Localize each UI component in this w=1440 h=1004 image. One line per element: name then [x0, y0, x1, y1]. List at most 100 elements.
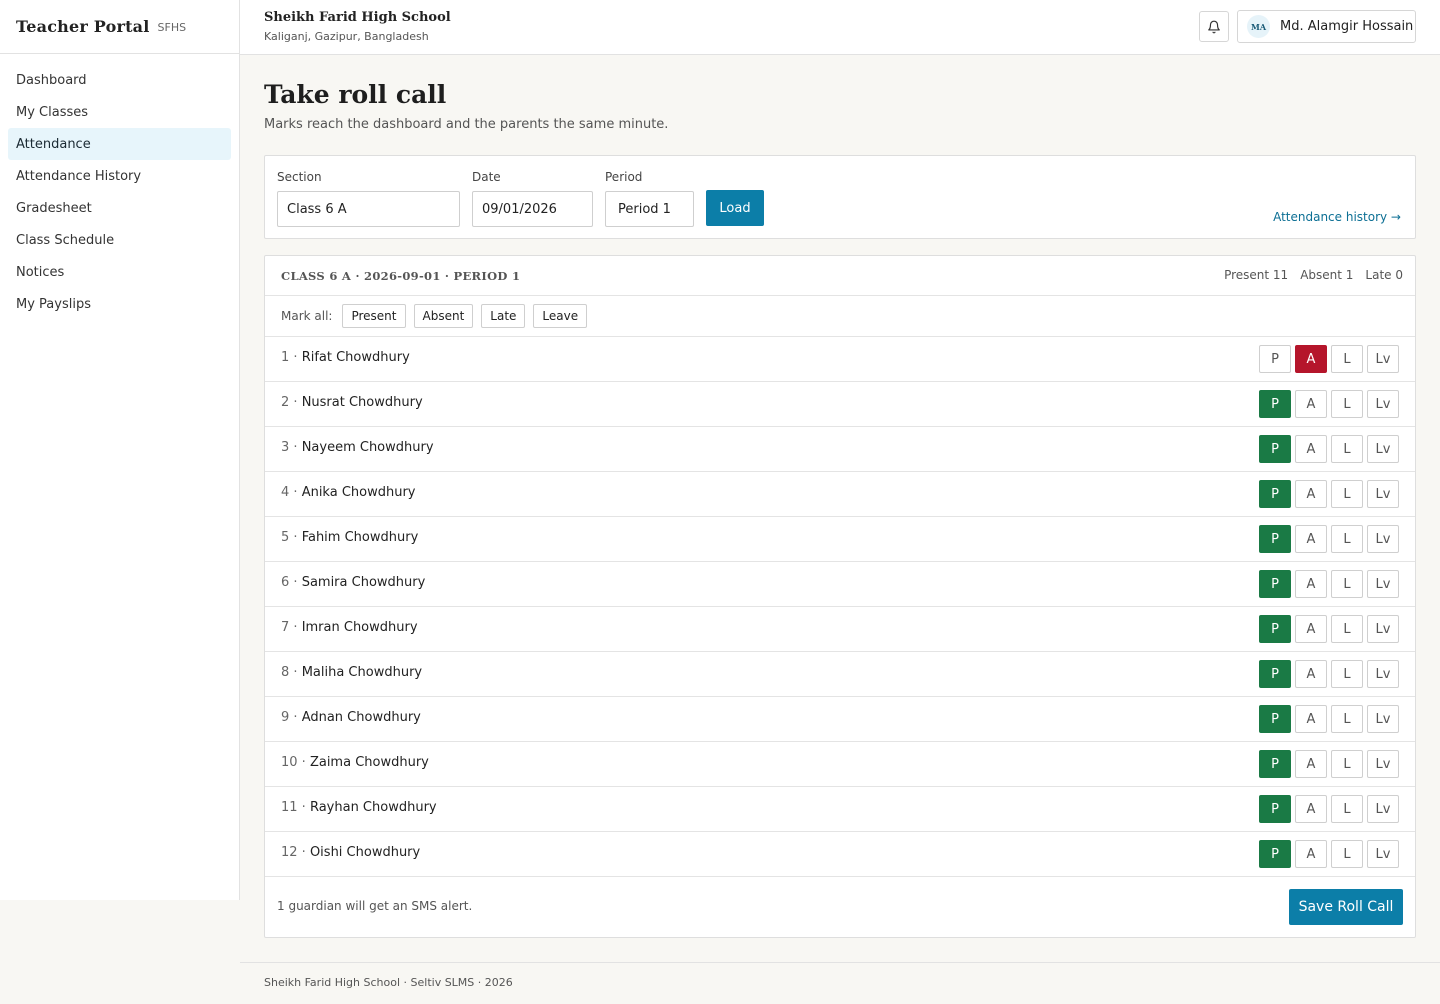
- roll-number: 4 ·: [281, 485, 298, 500]
- status-l-button[interactable]: L: [1331, 795, 1363, 823]
- status-l-button[interactable]: L: [1331, 750, 1363, 778]
- mark-all-absent-button[interactable]: Absent: [413, 304, 474, 328]
- user-menu-button[interactable]: MA Md. Alamgir Hossain: [1237, 10, 1416, 43]
- status-p-button[interactable]: P: [1259, 570, 1291, 598]
- status-p-button[interactable]: P: [1259, 390, 1291, 418]
- student-row: 12 · Oishi Chowdhury P A L Lv: [265, 832, 1415, 877]
- sidebar-nav: Dashboard My Classes Attendance Attendance …: [0, 54, 239, 330]
- status-p-button[interactable]: P: [1259, 795, 1291, 823]
- sidebar-item-attendance[interactable]: Attendance: [8, 128, 231, 160]
- status-a-button[interactable]: A: [1295, 705, 1327, 733]
- roll-number: 8 ·: [281, 665, 298, 680]
- student-row: 9 · Adnan Chowdhury P A L Lv: [265, 697, 1415, 742]
- student-name: 9 · Adnan Chowdhury: [281, 710, 421, 725]
- status-l-button[interactable]: L: [1331, 390, 1363, 418]
- status-l-button[interactable]: L: [1331, 570, 1363, 598]
- footer: Sheikh Farid High School · Seltiv SLMS ·…: [240, 962, 1440, 1004]
- student-row: 1 · Rifat Chowdhury P A L Lv: [265, 337, 1415, 382]
- status-lv-button[interactable]: Lv: [1367, 615, 1399, 643]
- status-l-button[interactable]: L: [1331, 840, 1363, 868]
- status-p-button[interactable]: P: [1259, 480, 1291, 508]
- status-lv-button[interactable]: Lv: [1367, 390, 1399, 418]
- status-lv-button[interactable]: Lv: [1367, 840, 1399, 868]
- student-name-text: Imran Chowdhury: [301, 620, 418, 635]
- status-lv-button[interactable]: Lv: [1367, 795, 1399, 823]
- sidebar-item-dashboard[interactable]: Dashboard: [8, 64, 231, 96]
- status-lv-button[interactable]: Lv: [1367, 660, 1399, 688]
- date-input[interactable]: 09/01/2026: [472, 191, 593, 227]
- status-a-button[interactable]: A: [1295, 480, 1327, 508]
- status-l-button[interactable]: L: [1331, 705, 1363, 733]
- school-name: Sheikh Farid High School: [264, 10, 451, 25]
- status-a-button[interactable]: A: [1295, 615, 1327, 643]
- mark-all-label: Mark all:: [281, 309, 333, 323]
- period-label: Period: [605, 170, 643, 184]
- status-l-button[interactable]: L: [1331, 525, 1363, 553]
- sidebar-item-gradesheet[interactable]: Gradesheet: [8, 192, 231, 224]
- sidebar-item-attendance-history[interactable]: Attendance History: [8, 160, 231, 192]
- student-name-text: Anika Chowdhury: [301, 485, 416, 500]
- late-count: Late 0: [1365, 268, 1403, 282]
- status-a-button[interactable]: A: [1295, 435, 1327, 463]
- status-l-button[interactable]: L: [1331, 615, 1363, 643]
- status-lv-button[interactable]: Lv: [1367, 435, 1399, 463]
- status-a-button[interactable]: A: [1295, 660, 1327, 688]
- status-a-button[interactable]: A: [1295, 795, 1327, 823]
- roll-header: CLASS 6 A · 2026-09-01 · PERIOD 1 Presen…: [265, 256, 1415, 296]
- status-p-button[interactable]: P: [1259, 660, 1291, 688]
- sidebar-item-my-payslips[interactable]: My Payslips: [8, 288, 231, 320]
- filter-card: Section Class 6 A Date 09/01/2026 Period…: [264, 155, 1416, 239]
- mark-all-present-button[interactable]: Present: [342, 304, 406, 328]
- attendance-history-link[interactable]: Attendance history →: [1273, 210, 1401, 224]
- student-row: 8 · Maliha Chowdhury P A L Lv: [265, 652, 1415, 697]
- status-l-button[interactable]: L: [1331, 345, 1363, 373]
- status-a-button[interactable]: A: [1295, 570, 1327, 598]
- topbar: Sheikh Farid High School Kaliganj, Gazip…: [240, 0, 1440, 55]
- student-row: 3 · Nayeem Chowdhury P A L Lv: [265, 427, 1415, 472]
- status-lv-button[interactable]: Lv: [1367, 570, 1399, 598]
- student-name-text: Nusrat Chowdhury: [301, 395, 423, 410]
- status-l-button[interactable]: L: [1331, 435, 1363, 463]
- bell-icon: [1208, 20, 1220, 33]
- status-lv-button[interactable]: Lv: [1367, 750, 1399, 778]
- student-name: 11 · Rayhan Chowdhury: [281, 800, 437, 815]
- status-a-button[interactable]: A: [1295, 345, 1327, 373]
- notifications-button[interactable]: [1199, 11, 1229, 42]
- status-a-button[interactable]: A: [1295, 750, 1327, 778]
- status-lv-button[interactable]: Lv: [1367, 480, 1399, 508]
- status-options: P A L Lv: [1259, 390, 1399, 418]
- status-p-button[interactable]: P: [1259, 750, 1291, 778]
- sidebar-item-notices[interactable]: Notices: [8, 256, 231, 288]
- mark-all-leave-button[interactable]: Leave: [533, 304, 588, 328]
- save-roll-call-button[interactable]: Save Roll Call: [1289, 889, 1403, 925]
- status-p-button[interactable]: P: [1259, 705, 1291, 733]
- roll-title: CLASS 6 A · 2026-09-01 · PERIOD 1: [281, 269, 521, 283]
- status-l-button[interactable]: L: [1331, 480, 1363, 508]
- status-l-button[interactable]: L: [1331, 660, 1363, 688]
- sidebar-item-class-schedule[interactable]: Class Schedule: [8, 224, 231, 256]
- status-p-button[interactable]: P: [1259, 525, 1291, 553]
- status-lv-button[interactable]: Lv: [1367, 705, 1399, 733]
- status-a-button[interactable]: A: [1295, 525, 1327, 553]
- avatar: MA: [1247, 15, 1270, 38]
- status-lv-button[interactable]: Lv: [1367, 525, 1399, 553]
- mark-all-late-button[interactable]: Late: [481, 304, 526, 328]
- status-a-button[interactable]: A: [1295, 390, 1327, 418]
- section-select[interactable]: Class 6 A: [277, 191, 460, 227]
- status-p-button[interactable]: P: [1259, 840, 1291, 868]
- status-a-button[interactable]: A: [1295, 840, 1327, 868]
- sms-note: 1 guardian will get an SMS alert.: [277, 899, 473, 913]
- roll-number: 7 ·: [281, 620, 298, 635]
- status-p-button[interactable]: P: [1259, 615, 1291, 643]
- status-options: P A L Lv: [1259, 345, 1399, 373]
- status-lv-button[interactable]: Lv: [1367, 345, 1399, 373]
- sidebar-item-my-classes[interactable]: My Classes: [8, 96, 231, 128]
- student-name-text: Oishi Chowdhury: [309, 845, 421, 860]
- student-name: 1 · Rifat Chowdhury: [281, 350, 410, 365]
- status-options: P A L Lv: [1259, 660, 1399, 688]
- status-p-button[interactable]: P: [1259, 345, 1291, 373]
- load-button[interactable]: Load: [706, 190, 764, 226]
- status-p-button[interactable]: P: [1259, 435, 1291, 463]
- page-title: Take roll call: [264, 80, 447, 109]
- period-select[interactable]: Period 1: [605, 191, 694, 227]
